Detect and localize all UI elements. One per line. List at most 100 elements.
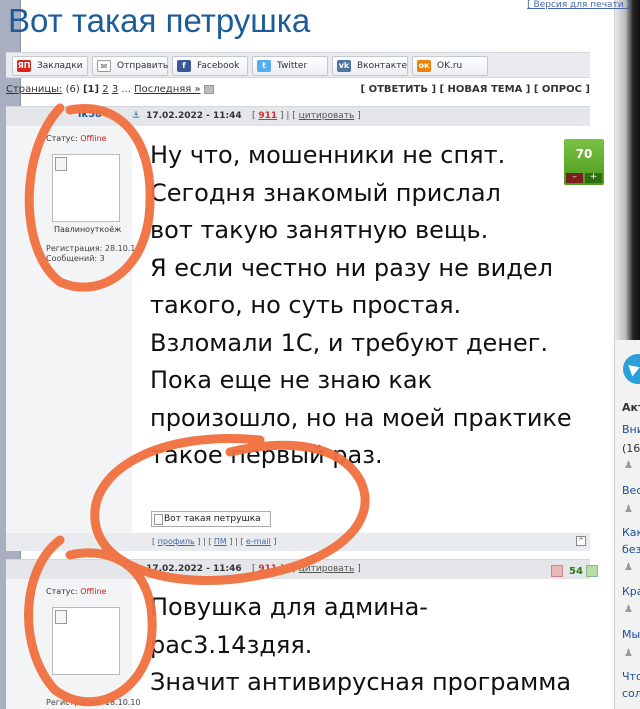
topic-actions[interactable]: [ ОТВЕТИТЬ ] [ НОВАЯ ТЕМА ] [ ОПРОС ] bbox=[361, 84, 590, 95]
sidebar-link[interactable]: Как bbox=[622, 526, 640, 539]
twitter-icon: t bbox=[257, 60, 271, 72]
share-button-label: Facebook bbox=[197, 61, 240, 71]
share-button-twitter[interactable]: t Twitter bbox=[252, 56, 328, 76]
share-button-send[interactable]: ✉ Отправить bbox=[92, 56, 168, 76]
post-body: Повушка для админа- pac3.14здяя. Значит … bbox=[150, 589, 571, 702]
rating-value: 70 bbox=[575, 147, 593, 161]
share-button-label: Отправить bbox=[117, 61, 169, 71]
post-number-and-quote: [ 911 ] | [ цитировать ] bbox=[252, 111, 361, 121]
post-footer-links: [ профиль ] | [ ПМ ] | [ e-mail ] bbox=[152, 537, 277, 546]
post-date: ⚓ 17.02.2022 - 11:44 bbox=[132, 111, 242, 121]
post-line: Взломали 1С, и требуют денег. bbox=[150, 328, 548, 357]
post-line: Ну что, мошенники не спят. bbox=[150, 141, 506, 169]
user-icon: ♟ bbox=[624, 504, 633, 515]
post-user-pane: Статус: Offline Павлиноуткоёж Регистраци… bbox=[6, 126, 136, 533]
post-header: ⚓ 17.02.2022 - 11:46 [ 911 ] | [ цитирова… bbox=[6, 559, 590, 579]
page-link-2[interactable]: 2 bbox=[102, 84, 108, 95]
quote-link[interactable]: цитировать bbox=[299, 564, 355, 574]
mail-icon: ✉ bbox=[97, 60, 111, 72]
post-image[interactable]: Вот такая петрушка bbox=[151, 511, 271, 527]
user-status: Статус: Offline bbox=[46, 587, 107, 596]
pager-row: Страницы: (6) [1] 2 3 ... Последняя » [ … bbox=[6, 84, 590, 98]
rating-value: 54 bbox=[569, 566, 583, 577]
user-icon: ♟ bbox=[624, 648, 633, 659]
profile-link[interactable]: профиль bbox=[158, 537, 195, 546]
pagination: Страницы: (6) [1] 2 3 ... Последняя » bbox=[6, 84, 214, 95]
post-number[interactable]: 911 bbox=[258, 111, 277, 121]
page-link-3[interactable]: 3 bbox=[112, 84, 118, 95]
post-date-text: 17.02.2022 - 11:46 bbox=[146, 564, 242, 574]
telegram-icon[interactable] bbox=[623, 354, 640, 384]
email-link[interactable]: e-mail bbox=[246, 537, 271, 546]
facebook-icon: f bbox=[177, 60, 191, 72]
post-footer: [ профиль ] | [ ПМ ] | [ e-mail ] ^ bbox=[6, 533, 590, 551]
post-line: Пока еще не знаю как bbox=[150, 366, 433, 394]
sidebar-photo bbox=[615, 0, 640, 340]
share-button-vkontakte[interactable]: vk Вконтакте bbox=[332, 56, 408, 76]
rating-plus-button[interactable]: + bbox=[585, 173, 602, 183]
share-button-facebook[interactable]: f Facebook bbox=[172, 56, 248, 76]
post-user-pane: Статус: Offline Регистрация: 18.10.10 bbox=[6, 579, 141, 709]
anchor-icon[interactable]: ⚓ bbox=[132, 564, 140, 574]
sidebar-link[interactable]: Мы bbox=[622, 628, 640, 641]
status-value: Offline bbox=[80, 587, 107, 596]
topic-title: Вот такая петрушка bbox=[8, 2, 311, 39]
share-button-okru[interactable]: ок OK.ru bbox=[412, 56, 488, 76]
post-header: ik58 ⚓ 17.02.2022 - 11:44 [ 911 ] | [ цит… bbox=[6, 106, 590, 126]
pages-count: (6) bbox=[65, 84, 80, 95]
sidebar-link[interactable]: Что bbox=[622, 670, 640, 683]
post-line: Значит антивирусная программа bbox=[150, 668, 572, 696]
scroll-top-button[interactable]: ^ bbox=[576, 536, 586, 546]
rating-up-icon[interactable] bbox=[585, 565, 598, 577]
pages-label: Страницы: bbox=[6, 84, 63, 95]
user-status: Статус: Offline bbox=[46, 134, 107, 143]
pager-ellipsis: ... bbox=[121, 84, 131, 95]
user-icon: ♟ bbox=[624, 460, 633, 471]
sidebar-link[interactable]: Кра bbox=[622, 585, 640, 598]
print-version-link[interactable]: [ Версия для печати ] bbox=[527, 0, 630, 10]
post-number[interactable]: 911 bbox=[258, 564, 277, 574]
post-line: такое первый раз. bbox=[150, 441, 383, 469]
post-line: pac3.14здяя. bbox=[150, 630, 313, 659]
right-sidebar: Акт Вни (16) ♟ Вес ♟ Как без ♟ Кра ♟ Мы … bbox=[614, 0, 640, 709]
status-value: Offline bbox=[80, 134, 107, 143]
last-page-link[interactable]: Последняя » bbox=[134, 84, 200, 95]
post-line: такого, но суть простая. bbox=[150, 291, 462, 319]
sidebar-link[interactable]: сол bbox=[622, 687, 640, 700]
sidebar-link[interactable]: Вни bbox=[622, 423, 640, 436]
user-registration: Регистрация: 28.10.1 bbox=[46, 244, 136, 253]
user-icon: ♟ bbox=[624, 562, 633, 573]
rating-down-icon[interactable] bbox=[551, 565, 563, 577]
post-rating: 54 bbox=[551, 565, 598, 577]
user-icon: ♟ bbox=[624, 604, 633, 615]
user-messages: Сообщений: 3 bbox=[46, 254, 105, 263]
post-author-nick[interactable]: ik58 bbox=[78, 109, 102, 120]
post-date: ⚓ 17.02.2022 - 11:46 bbox=[132, 564, 242, 574]
post-line: произошло, но на моей практике bbox=[150, 403, 572, 432]
quote-link[interactable]: цитировать bbox=[299, 111, 355, 121]
odnoklassniki-icon: ок bbox=[417, 60, 431, 72]
share-button-label: OK.ru bbox=[437, 61, 463, 71]
sidebar-link[interactable]: Вес bbox=[622, 484, 640, 497]
page-jump-icon[interactable] bbox=[203, 84, 214, 94]
share-button-label: Twitter bbox=[277, 61, 308, 71]
pm-link[interactable]: ПМ bbox=[214, 537, 227, 546]
post-rating: 70 – + bbox=[564, 139, 604, 185]
rating-minus-button[interactable]: – bbox=[566, 173, 583, 183]
user-avatar[interactable] bbox=[52, 607, 120, 675]
vk-icon: vk bbox=[337, 60, 351, 72]
share-button-bookmarks[interactable]: ЯП Закладки bbox=[12, 56, 88, 76]
user-avatar[interactable] bbox=[52, 154, 120, 222]
anchor-icon[interactable]: ⚓ bbox=[132, 111, 140, 121]
post-body: Ну что, мошенники не спят. Сегодня знако… bbox=[150, 137, 572, 475]
sidebar-heading: Акт bbox=[622, 401, 640, 414]
sidebar-link[interactable]: без bbox=[622, 543, 640, 556]
yandex-bookmarks-icon: ЯП bbox=[17, 60, 31, 72]
share-button-label: Закладки bbox=[37, 61, 83, 71]
post-line: Повушка для админа- bbox=[150, 593, 428, 621]
post-line: Я если честно ни разу не видел bbox=[150, 253, 553, 282]
user-registration: Регистрация: 18.10.10 bbox=[46, 698, 141, 707]
sidebar-count: (16) bbox=[622, 442, 640, 455]
post-line: Сегодня знакомый прислал bbox=[150, 178, 501, 207]
share-bar: ЯП Закладки ✉ Отправить f Facebook t Twi… bbox=[6, 52, 590, 78]
